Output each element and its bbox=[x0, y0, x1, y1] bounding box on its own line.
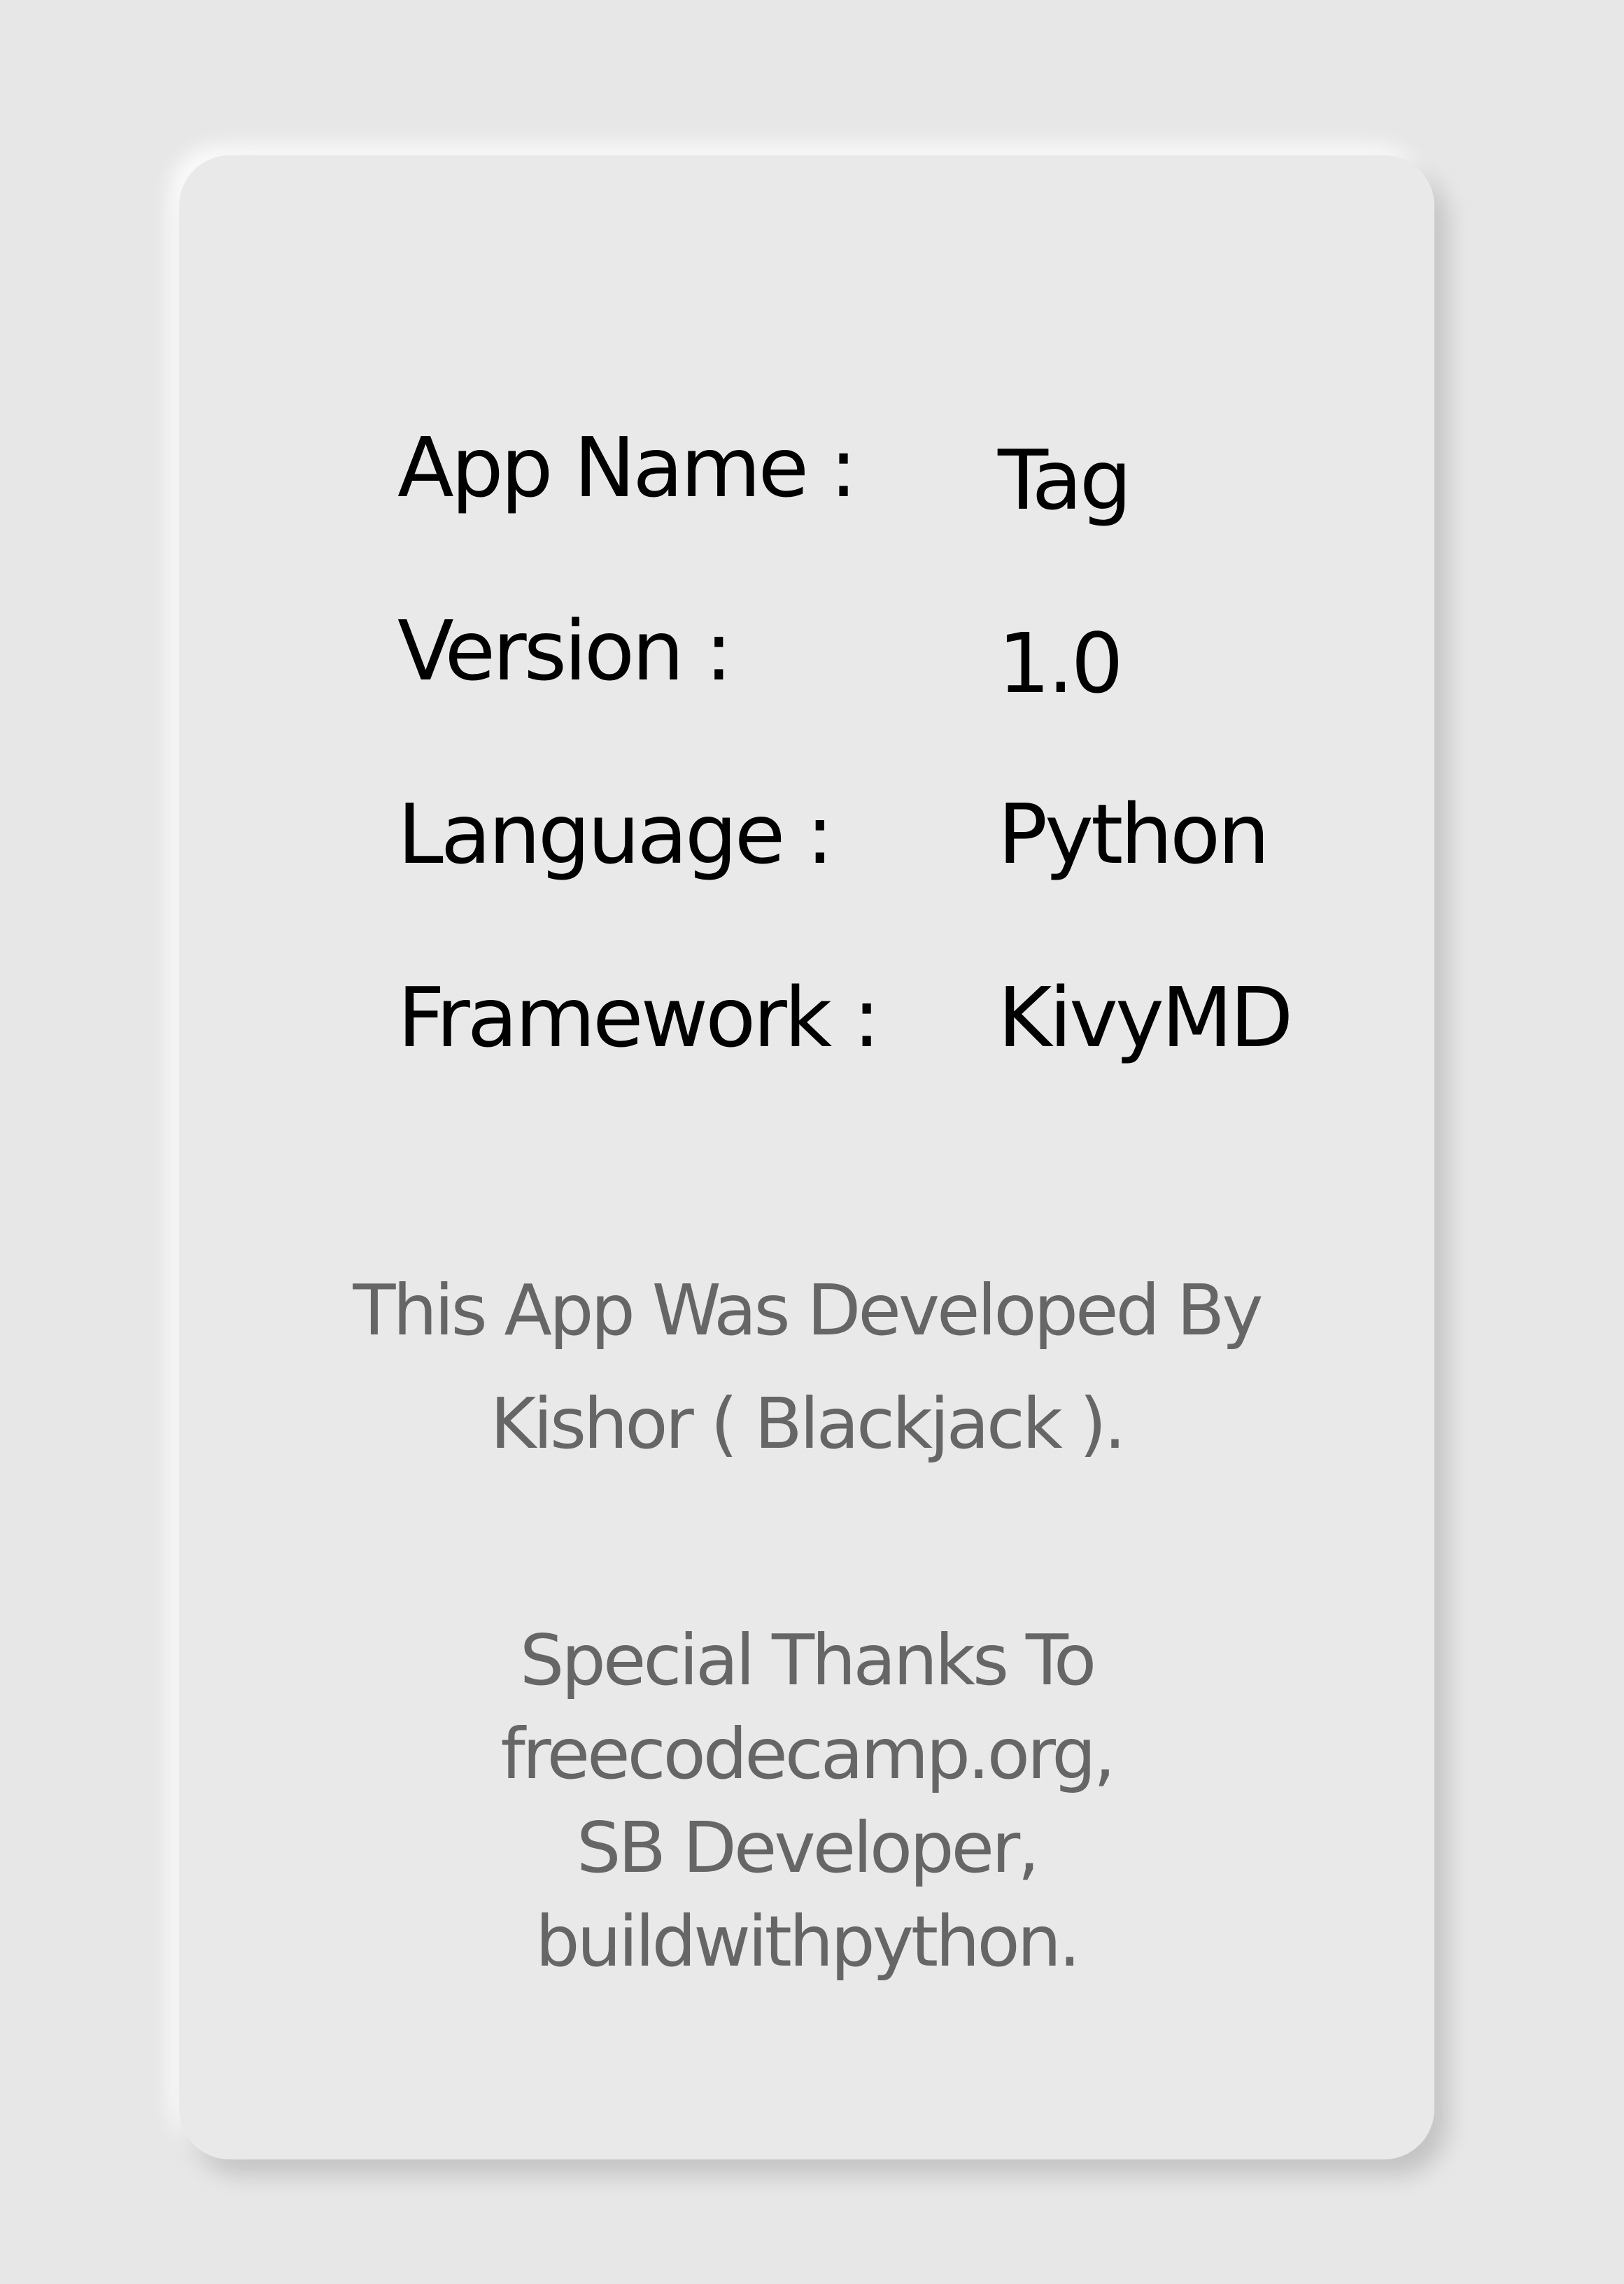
info-row-language: Language : Python bbox=[179, 785, 1434, 897]
version-value: 1.0 bbox=[998, 615, 1124, 712]
special-thanks: Special Thanks To freecodecamp.org, SB D… bbox=[179, 1614, 1434, 1989]
thanks-line: buildwithpython. bbox=[535, 1901, 1081, 1982]
thanks-line: SB Developer, bbox=[577, 1807, 1040, 1889]
developer-credit-line: This App Was Developed By bbox=[353, 1269, 1263, 1351]
version-label: Version : bbox=[397, 602, 733, 699]
developer-credit: This App Was Developed By Kishor ( Black… bbox=[179, 1254, 1434, 1481]
app-name-label: App Name : bbox=[397, 419, 857, 516]
framework-value: KivyMD bbox=[998, 969, 1293, 1066]
info-row-framework: Framework : KivyMD bbox=[179, 968, 1434, 1080]
app-name-value: Tag bbox=[998, 432, 1132, 528]
framework-label: Framework : bbox=[397, 969, 880, 1066]
info-row-app-name: App Name : Tag bbox=[179, 418, 1434, 530]
info-row-version: Version : 1.0 bbox=[179, 602, 1434, 714]
thanks-line: Special Thanks To bbox=[519, 1619, 1096, 1701]
thanks-line: freecodecamp.org, bbox=[500, 1713, 1115, 1795]
language-value: Python bbox=[998, 786, 1270, 882]
language-label: Language : bbox=[397, 786, 834, 882]
developer-credit-line: Kishor ( Blackjack ). bbox=[490, 1383, 1127, 1465]
about-card: App Name : Tag Version : 1.0 Language : … bbox=[179, 155, 1434, 2159]
